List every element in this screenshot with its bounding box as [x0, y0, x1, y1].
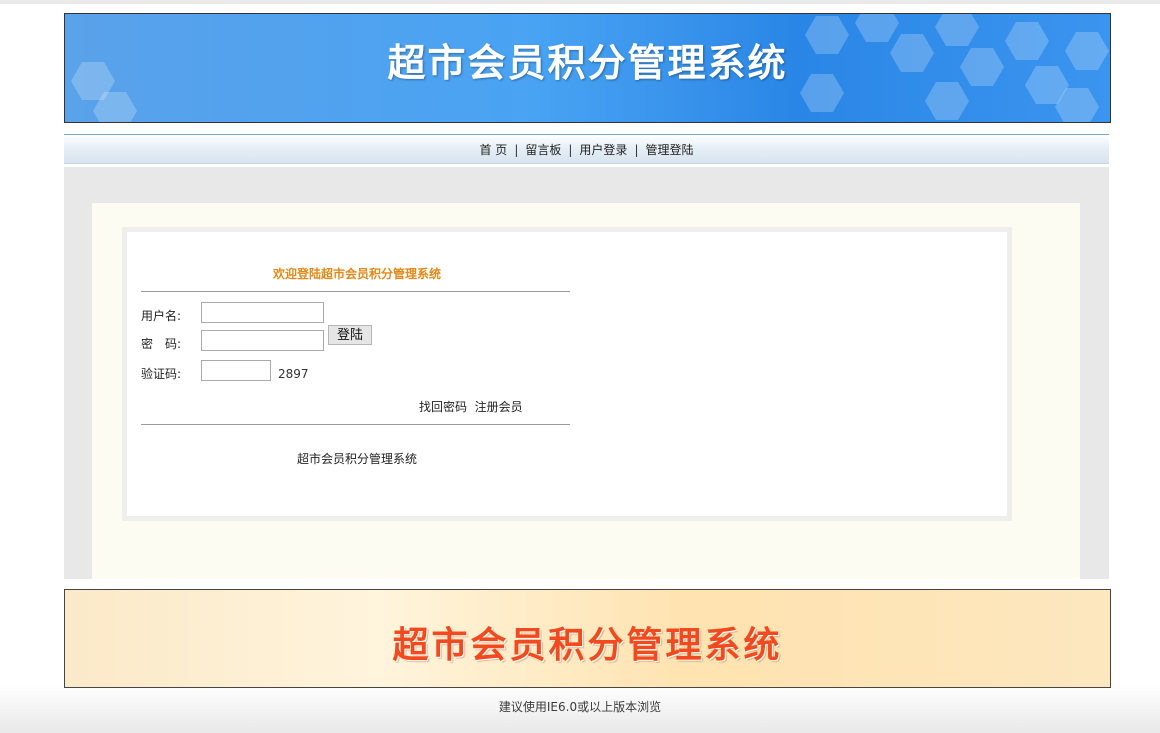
- username-label: 用户名:: [141, 309, 182, 323]
- browser-recommendation: 建议使用IE6.0或以上版本浏览: [498, 700, 662, 714]
- divider-bottom: [141, 424, 570, 425]
- account-links: 找回密码 注册会员: [419, 398, 523, 415]
- nav-separator: |: [568, 143, 573, 157]
- login-box: 欢迎登陆超市会员积分管理系统 用户名: 密 码: 登陆 验证码: 2897 找回…: [122, 227, 1012, 521]
- main-area: 欢迎登陆超市会员积分管理系统 用户名: 密 码: 登陆 验证码: 2897 找回…: [64, 167, 1109, 579]
- footer-title: 超市会员积分管理系统: [392, 625, 783, 666]
- captcha-label: 验证码:: [141, 367, 182, 381]
- login-button[interactable]: 登陆: [328, 325, 372, 345]
- nav-item-home[interactable]: 首 页: [479, 143, 507, 157]
- site-title: 超市会员积分管理系统: [387, 41, 788, 85]
- divider-top: [141, 291, 570, 292]
- system-name: 超市会员积分管理系统: [296, 452, 417, 466]
- forgot-password-link[interactable]: 找回密码: [419, 400, 467, 414]
- password-input[interactable]: [201, 330, 324, 351]
- footer-banner: 超市会员积分管理系统: [64, 589, 1111, 688]
- password-label: 密 码:: [141, 337, 182, 351]
- top-border: [0, 0, 1160, 4]
- nav-item-guestbook[interactable]: 留言板: [525, 143, 561, 157]
- content-panel: 欢迎登陆超市会员积分管理系统 用户名: 密 码: 登陆 验证码: 2897 找回…: [92, 203, 1080, 579]
- captcha-code: 2897: [278, 367, 309, 381]
- nav-item-admin-login[interactable]: 管理登陆: [645, 143, 693, 157]
- nav-bar: 首 页 | 留言板 | 用户登录 | 管理登陆: [64, 134, 1109, 164]
- nav-separator: |: [634, 143, 639, 157]
- nav-links: 首 页 | 留言板 | 用户登录 | 管理登陆: [64, 141, 1109, 158]
- nav-item-user-login[interactable]: 用户登录: [579, 143, 627, 157]
- register-link[interactable]: 注册会员: [475, 400, 523, 414]
- captcha-input[interactable]: [201, 360, 271, 381]
- welcome-title: 欢迎登陆超市会员积分管理系统: [272, 267, 441, 281]
- header-banner: 超市会员积分管理系统: [64, 13, 1111, 123]
- hexagon-decoration: [925, 82, 969, 120]
- username-input[interactable]: [201, 302, 324, 323]
- nav-separator: |: [514, 143, 519, 157]
